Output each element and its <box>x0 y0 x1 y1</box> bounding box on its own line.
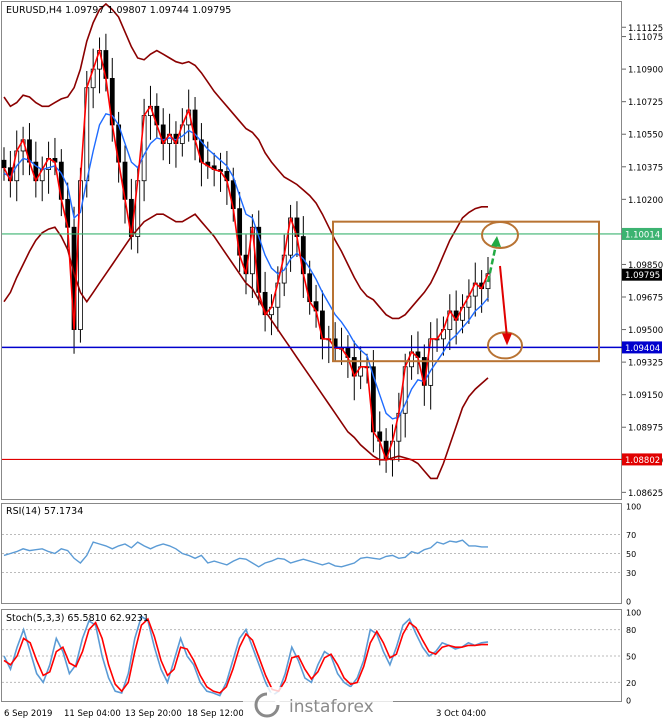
low-level-tag-label: 1.08802 <box>625 456 660 466</box>
stoch-header: Stoch(5,3,3) 65.5810 62.9231 <box>6 613 149 624</box>
rsi-y-tick-label: 70 <box>626 531 636 540</box>
stochastic-panel <box>2 615 622 697</box>
support-level-tag-label: 1.09404 <box>625 344 660 354</box>
chart-window: 1.11125 1.11075 1.10900 1.10725 1.10550 1.103… <box>0 0 665 723</box>
x-tick-label: 13 Sep 20:00 <box>125 709 182 719</box>
price-panel <box>1 2 622 480</box>
rsi-header: RSI(14) 57.1734 <box>6 506 83 517</box>
rsi-y-tick-label: 100 <box>626 503 641 512</box>
price-y-tick-label: 1.09500 <box>628 326 663 336</box>
resistance-target-ellipse <box>481 220 519 249</box>
resistance-level-tag-label: 1.10014 <box>625 230 660 240</box>
stoch-y-tick-label: 0 <box>626 697 631 706</box>
rsi-panel <box>2 534 622 573</box>
stoch-y-tick-label: 80 <box>626 626 636 635</box>
chart-canvas: 1.111251.110751.109001.107251.105501.103… <box>1 1 663 723</box>
x-tick-label: 3 Oct 04:00 <box>436 709 486 719</box>
price-header: EURUSD,H4 1.09797 1.09807 1.09744 1.0979… <box>6 5 231 16</box>
instaforex-watermark: instaforex <box>243 687 393 723</box>
price-y-tick-label: 1.11075 <box>628 33 663 43</box>
watermark-text: instaforex <box>289 697 374 717</box>
trading-range-box <box>332 220 600 363</box>
rsi-y-tick-label: 0 <box>626 598 631 607</box>
stoch-y-tick-label: 20 <box>626 679 636 688</box>
arrow-down-icon <box>499 265 508 338</box>
stoch-y-tick-label: 50 <box>626 653 636 662</box>
rsi-y-tick-label: 50 <box>626 550 636 559</box>
last-price-tag-label: 1.09795 <box>625 271 660 281</box>
arrow-up-head-icon <box>491 235 501 247</box>
price-y-tick-label: 1.09150 <box>628 391 663 401</box>
x-tick-label: 6 Sep 2019 <box>4 709 52 719</box>
candle-body <box>1 159 7 169</box>
x-tick-label: 18 Sep 12:00 <box>187 709 244 719</box>
price-y-tick-label: 1.10200 <box>628 196 663 206</box>
stoch-y-tick-label: 100 <box>626 609 641 618</box>
price-y-tick-label: 1.08975 <box>628 424 663 434</box>
x-tick-label: 11 Sep 04:00 <box>64 709 121 719</box>
price-y-tick-label: 1.10550 <box>628 131 663 141</box>
arrow-down-head-icon <box>502 333 512 346</box>
price-y-tick-label: 1.10375 <box>628 163 663 173</box>
price-y-tick-label: 1.10725 <box>628 98 663 108</box>
price-y-tick-label: 1.09675 <box>628 294 663 304</box>
price-y-tick-label: 1.08625 <box>628 489 663 499</box>
rsi-y-tick-label: 30 <box>626 569 636 578</box>
price-y-tick-label: 1.10900 <box>628 66 663 76</box>
price-y-tick-label: 1.09325 <box>628 359 663 369</box>
